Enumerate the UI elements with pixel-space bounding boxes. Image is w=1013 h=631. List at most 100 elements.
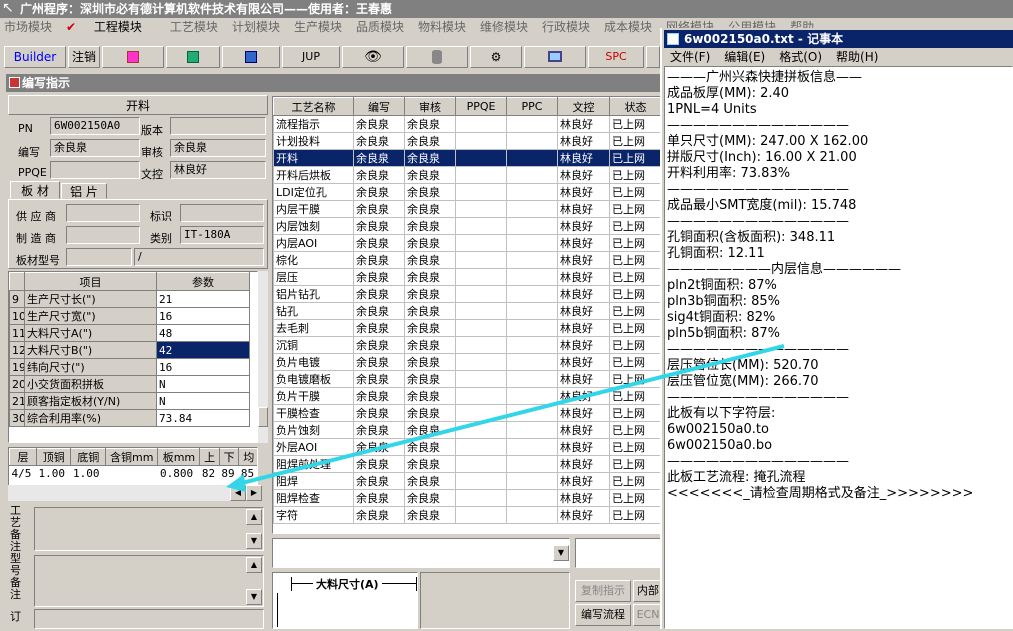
category-field[interactable]: IT-180A	[180, 226, 264, 244]
process-row[interactable]: 负片电镀 余良泉 余良泉 林良好 已上网	[273, 353, 661, 371]
ppqe-field[interactable]	[50, 161, 140, 179]
powerpoint-button[interactable]	[102, 46, 164, 68]
more-button[interactable]	[646, 46, 660, 68]
params-row[interactable]: 21顾客指定板材(Y/N)N	[9, 392, 250, 410]
process-header-cell[interactable]: 审核	[404, 97, 456, 116]
process-combo[interactable]	[272, 538, 570, 568]
process-row[interactable]: 负片蚀刻 余良泉 余良泉 林良好 已上网	[273, 421, 661, 439]
process-row[interactable]: 阻焊检查 余良泉 余良泉 林良好 已上网	[273, 489, 661, 507]
process-header-cell[interactable]: 文控	[557, 97, 610, 116]
menu-process[interactable]: 工艺模块	[170, 20, 218, 34]
process-row[interactable]: 钻孔 余良泉 余良泉 林良好 已上网	[273, 302, 661, 320]
author-field[interactable]: 余良泉	[50, 139, 140, 157]
eye-button[interactable]: 👁	[342, 46, 404, 68]
notepad-menu-format[interactable]: 格式(O)	[779, 50, 822, 64]
notepad-text-area[interactable]: ———广州兴森快捷拼板信息—— 成品板厚(MM): 2.40 1PNL=4 Unit…	[664, 66, 1013, 629]
scroll-left-icon[interactable]: ◀	[230, 485, 246, 501]
tab-aluminum[interactable]: 铝 片	[61, 183, 107, 199]
params-row[interactable]: 19纬向尺寸(")16	[9, 358, 250, 376]
memo1-up-icon[interactable]: ▲	[246, 509, 262, 525]
notepad-menu-edit[interactable]: 编辑(E)	[724, 50, 765, 64]
layers-cell[interactable]: 0.800	[157, 465, 200, 481]
process-row[interactable]: LDI定位孔 余良泉 余良泉 林良好 已上网	[273, 183, 661, 201]
process-header-cell[interactable]: 编写	[353, 97, 405, 116]
process-row[interactable]: 内层蚀刻 余良泉 余良泉 林良好 已上网	[273, 217, 661, 235]
process-row[interactable]: 铝片钻孔 余良泉 余良泉 林良好 已上网	[273, 285, 661, 303]
process-row[interactable]: 阻焊前处理 余良泉 余良泉 林良好 已上网	[273, 455, 661, 473]
process-row[interactable]: 字符 余良泉 余良泉 林良好 已上网	[273, 506, 661, 524]
model-field-a[interactable]	[66, 248, 132, 266]
process-header-cell[interactable]: 工艺名称	[273, 97, 354, 116]
excel-button[interactable]	[166, 46, 220, 68]
params-item-value[interactable]: 16	[156, 307, 250, 325]
process-header-cell[interactable]: 状态	[609, 97, 661, 116]
menu-engineering[interactable]: ✔ 工程模块	[66, 20, 156, 34]
menu-cost[interactable]: 成本模块	[604, 20, 652, 34]
menu-material[interactable]: 物料模块	[418, 20, 466, 34]
database-button[interactable]	[406, 46, 468, 68]
process-row[interactable]: 负电镀磨板 余良泉 余良泉 林良好 已上网	[273, 370, 661, 388]
params-item-value[interactable]: 21	[156, 290, 250, 308]
layers-cell[interactable]: 1.00	[70, 465, 106, 481]
scroll-right-icon[interactable]: ▶	[246, 485, 262, 501]
model-field-b[interactable]: /	[134, 248, 264, 266]
combo-dropdown-icon[interactable]: ▼	[553, 545, 569, 561]
model-note-box[interactable]	[34, 555, 264, 607]
write-process-button[interactable]: 编写流程	[575, 604, 631, 626]
process-row[interactable]: 棕化 余良泉 余良泉 林良好 已上网	[273, 251, 661, 269]
params-row[interactable]: 9 生产尺寸长(") 21	[9, 290, 250, 308]
layers-hscroll[interactable]	[8, 485, 248, 501]
menu-admin[interactable]: 行政模块	[542, 20, 590, 34]
layers-cell[interactable]: 82	[199, 465, 220, 481]
pn-field[interactable]: 6W002150A0	[50, 117, 140, 135]
menu-quality[interactable]: 品质模块	[356, 20, 404, 34]
process-row[interactable]: 计划投料 余良泉 余良泉 林良好 已上网	[273, 132, 661, 150]
layers-cell[interactable]: 1.00	[36, 465, 71, 481]
word-button[interactable]	[222, 46, 280, 68]
params-item-value[interactable]: 16	[156, 358, 250, 376]
ecn-button[interactable]: ECN	[633, 604, 663, 626]
maker-field[interactable]	[66, 226, 140, 244]
tab-sheet[interactable]: 板 材	[10, 181, 60, 199]
process-row[interactable]: 沉铜 余良泉 余良泉 林良好 已上网	[273, 336, 661, 354]
layers-cell[interactable]: 89	[219, 465, 239, 481]
copy-instruction-button[interactable]: 复制指示	[575, 580, 631, 602]
params-item-value[interactable]: N	[156, 375, 250, 393]
process-row[interactable]: 开料后烘板 余良泉 余良泉 林良好 已上网	[273, 166, 661, 184]
params-item-value[interactable]: 73.84	[156, 409, 250, 427]
params-item-value[interactable]: 48	[156, 324, 250, 342]
process-header-cell[interactable]: PPC	[506, 97, 558, 116]
computer-button[interactable]	[524, 46, 586, 68]
inner-button[interactable]: 内部	[633, 580, 663, 602]
process-row[interactable]: 去毛刺 余良泉 余良泉 林良好 已上网	[273, 319, 661, 337]
layers-cell[interactable]: 85	[238, 465, 257, 481]
process-row[interactable]: 层压 余良泉 余良泉 林良好 已上网	[273, 268, 661, 286]
menu-repair[interactable]: 维修模块	[480, 20, 528, 34]
order-note-box[interactable]	[34, 609, 264, 629]
jup-button[interactable]: JUP	[282, 46, 340, 68]
spc-button[interactable]: SPC	[588, 46, 644, 68]
layers-cell[interactable]	[105, 465, 158, 481]
review-field[interactable]: 余良泉	[170, 139, 266, 157]
params-row[interactable]: 11大料尺寸A(")48	[9, 324, 250, 342]
process-row[interactable]: 阻焊 余良泉 余良泉 林良好 已上网	[273, 472, 661, 490]
supplier-field[interactable]	[66, 204, 140, 222]
logout-button[interactable]: 注销	[68, 46, 100, 68]
process-row[interactable]: 外层AOI 余良泉 余良泉 林良好 已上网	[273, 438, 661, 456]
menu-plan[interactable]: 计划模块	[232, 20, 280, 34]
params-row[interactable]: 30综合利用率(%)73.84	[9, 409, 250, 427]
process-row[interactable]: 内层干膜 余良泉 余良泉 林良好 已上网	[273, 200, 661, 218]
process-row[interactable]: 流程指示 余良泉 余良泉 林良好 已上网	[273, 115, 661, 133]
notepad-menu-file[interactable]: 文件(F)	[670, 50, 710, 64]
params-item-value[interactable]: 42	[156, 341, 250, 359]
notepad-menu-help[interactable]: 帮助(H)	[836, 50, 878, 64]
params-item-value[interactable]: N	[156, 392, 250, 410]
process-note-box[interactable]	[34, 507, 264, 551]
memo2-down-icon[interactable]: ▼	[246, 589, 262, 605]
params-scroll-thumb[interactable]	[258, 407, 268, 427]
process-row[interactable]: 内层AOI 余良泉 余良泉 林良好 已上网	[273, 234, 661, 252]
memo2-up-icon[interactable]: ▲	[246, 557, 262, 573]
process-header-cell[interactable]: PPQE	[455, 97, 507, 116]
network-button[interactable]: ⚙	[470, 46, 522, 68]
menu-production[interactable]: 生产模块	[294, 20, 342, 34]
